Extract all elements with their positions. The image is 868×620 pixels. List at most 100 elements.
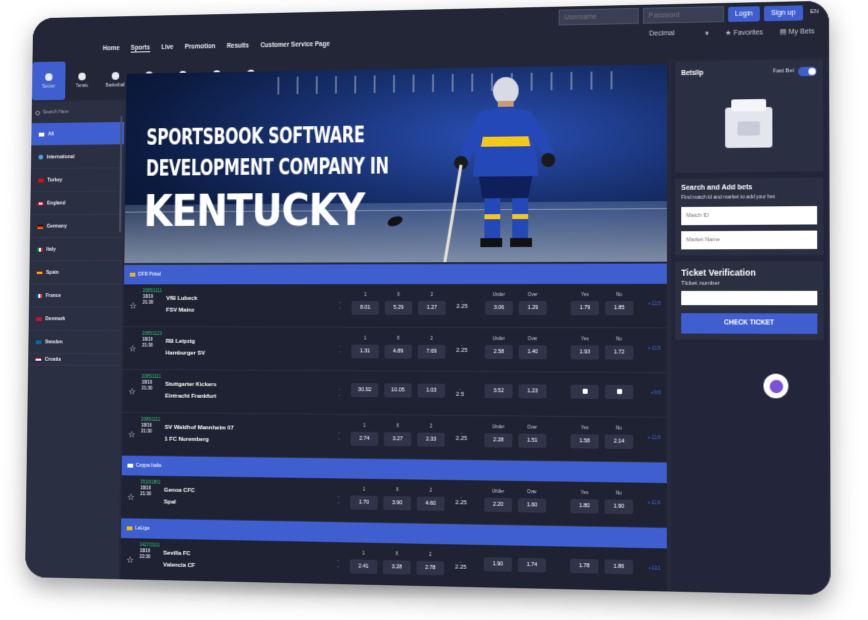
odds-button[interactable]: 1.27 <box>417 300 446 315</box>
sidebar-item-croatia[interactable]: Croatia <box>28 353 122 366</box>
odds-button[interactable]: 1.29 <box>518 301 547 316</box>
odds-button[interactable]: 1.90 <box>604 499 634 515</box>
sidebar-search[interactable]: Search Here <box>35 105 120 120</box>
ticket-number-input[interactable] <box>681 290 818 306</box>
odds-button[interactable]: 1.80 <box>570 498 599 514</box>
favorite-star-icon[interactable]: ☆ <box>126 555 134 566</box>
sidebar-item-germany[interactable]: Germany <box>29 214 124 239</box>
match-teams[interactable]: RB Leipzig Hamburger SV <box>166 339 206 357</box>
sidebar-item-spain[interactable]: Spain <box>29 261 123 285</box>
odds-button[interactable]: 2.58 <box>484 344 513 360</box>
odds-button[interactable]: 10.05 <box>384 383 412 398</box>
league-header[interactable]: DFB Pokal <box>124 263 667 285</box>
favorite-star-icon[interactable]: ☆ <box>127 492 135 503</box>
sidebar-item-sweden[interactable]: Sweden <box>28 330 122 355</box>
odds-button[interactable]: 1.78 <box>570 558 599 574</box>
odds-button[interactable]: 2.33 <box>417 432 445 447</box>
more-markets-link[interactable]: +90 <box>650 390 660 396</box>
match-teams[interactable]: Genoa CFC Spal <box>164 488 195 506</box>
more-markets-link[interactable]: +116 <box>647 500 660 506</box>
odds-button[interactable]: 1.79 <box>570 301 600 316</box>
odds-button[interactable]: 2.20 <box>484 497 513 513</box>
odds-button[interactable]: 1.86 <box>604 559 634 575</box>
globe-icon <box>38 154 44 160</box>
sidebar-item-all[interactable]: All <box>31 121 125 147</box>
odds-button[interactable]: 3.52 <box>484 384 513 399</box>
odds-button[interactable]: 3.27 <box>383 432 412 447</box>
match-id-input[interactable] <box>681 206 818 226</box>
odds-button[interactable]: 30.92 <box>351 383 379 398</box>
odds-button[interactable]: 2.28 <box>484 433 513 448</box>
match-teams[interactable]: Sevilla FC Valencia CF <box>163 551 195 569</box>
signup-button[interactable]: Sign up <box>763 4 803 21</box>
nav-results[interactable]: Results <box>227 43 249 51</box>
odds-button[interactable]: 1.90 <box>483 557 512 572</box>
odds-button[interactable]: 3.90 <box>383 496 411 511</box>
favorite-star-icon[interactable]: ☆ <box>128 386 136 397</box>
odds-header: X <box>396 335 400 341</box>
username-input[interactable] <box>558 7 639 26</box>
sidebar-item-denmark[interactable]: Denmark <box>28 307 122 331</box>
nav-sports[interactable]: Sports <box>130 44 151 53</box>
sidebar-item-turkey[interactable]: Turkey <box>30 168 124 193</box>
more-markets-link[interactable]: +111 <box>648 565 661 571</box>
odds-button[interactable]: 1.58 <box>570 434 599 449</box>
odds-button[interactable]: 1.85 <box>605 301 634 316</box>
odds-header: Yes <box>581 336 589 342</box>
match-teams[interactable]: VfB Lubeck FSV Mainz <box>166 296 197 314</box>
odds-button[interactable]: 1.70 <box>350 495 378 510</box>
nav-promotion[interactable]: Promotion <box>185 43 216 51</box>
odds-format-select[interactable]: Decimal ▾ <box>649 29 709 38</box>
odds-button[interactable]: 1.60 <box>518 498 547 513</box>
odds-button[interactable]: 1.31 <box>351 344 379 359</box>
sidebar-item-france[interactable]: France <box>28 284 123 308</box>
match-teams[interactable]: SV Waldhof Mannheim 07 1 FC Nuremberg <box>165 425 234 443</box>
more-markets-link[interactable]: +115 <box>648 301 661 307</box>
odds-button[interactable]: 2.78 <box>416 560 445 576</box>
odds-button[interactable]: 1.40 <box>518 345 547 360</box>
line-value: 2.25 <box>455 564 467 571</box>
more-markets-link[interactable]: +115 <box>647 346 660 352</box>
fastbet-toggle[interactable] <box>798 66 817 76</box>
chat-widget-button[interactable] <box>763 373 789 399</box>
nav-customer-service[interactable]: Customer Service Page <box>260 41 330 50</box>
odds-over-under: Under 2.28 Over 1.51 <box>483 424 547 448</box>
sport-tennis[interactable]: Tennis <box>65 61 99 100</box>
match-teams[interactable]: Stuttgarter Kickers Eintracht Frankfurt <box>165 382 216 400</box>
more-markets-link[interactable]: +116 <box>647 435 660 441</box>
login-button[interactable]: Login <box>727 5 760 22</box>
odds-button[interactable]: 2.74 <box>350 431 379 447</box>
mybets-link[interactable]: ▤ My Bets <box>780 27 815 36</box>
odds-button[interactable]: 8.01 <box>351 300 379 315</box>
odds-button[interactable]: 1.74 <box>517 557 546 573</box>
sidebar-item-international[interactable]: International <box>30 145 124 170</box>
odds-button[interactable]: 2.14 <box>604 434 634 449</box>
odds-button[interactable]: 5.29 <box>384 300 413 315</box>
password-input[interactable] <box>642 6 724 24</box>
odds-button[interactable]: 4.89 <box>384 344 412 359</box>
odds-button[interactable]: 1.93 <box>570 345 599 360</box>
odds-header: Over <box>527 291 538 298</box>
favorite-star-icon[interactable]: ☆ <box>129 344 137 355</box>
favorite-star-icon[interactable]: ☆ <box>128 429 136 440</box>
check-ticket-button[interactable]: CHECK TICKET <box>681 312 818 334</box>
odds-button[interactable]: 4.60 <box>416 496 445 512</box>
language-selector[interactable]: EN <box>810 9 819 15</box>
market-name-input[interactable] <box>681 230 818 250</box>
favorite-star-icon[interactable]: ☆ <box>129 301 137 312</box>
favorites-link[interactable]: ★ Favorites <box>725 28 763 37</box>
sport-soccer[interactable]: Soccer <box>31 61 66 101</box>
nav-live[interactable]: Live <box>161 44 173 52</box>
odds-button[interactable]: 1.51 <box>518 433 547 448</box>
home-team: RB Leipzig <box>165 338 196 345</box>
sidebar-item-england[interactable]: England <box>30 191 124 216</box>
odds-button[interactable]: 1.03 <box>417 383 446 398</box>
odds-button[interactable]: 1.23 <box>518 384 547 399</box>
sidebar-item-italy[interactable]: Italy <box>29 237 123 262</box>
odds-button[interactable]: 7.69 <box>417 344 446 359</box>
odds-button[interactable]: 3.06 <box>485 300 513 316</box>
nav-home[interactable]: Home <box>103 45 120 53</box>
odds-button[interactable]: 1.72 <box>604 345 634 360</box>
odds-button[interactable]: 2.41 <box>349 559 378 574</box>
odds-button[interactable]: 3.28 <box>382 560 411 575</box>
